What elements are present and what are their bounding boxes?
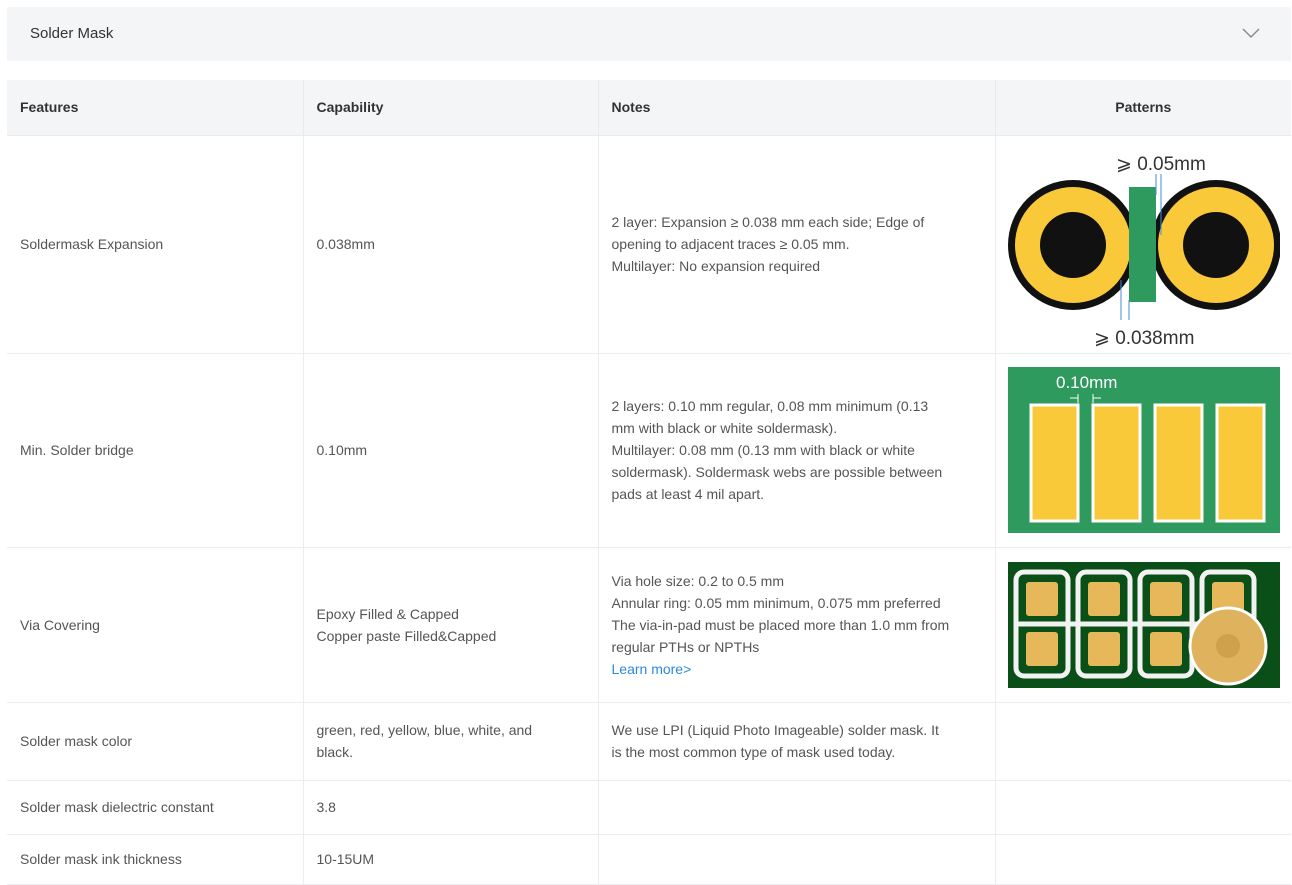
capability-cell: Epoxy Filled & Capped Copper paste Fille… [303, 547, 599, 703]
capability-line: 3.8 [316, 799, 336, 815]
soldermask-expansion-diagram-icon: ⩾ 0.05mm ⩾ 0.038mm [1007, 154, 1280, 348]
notes-line: Via hole size: 0.2 to 0.5 mm [611, 572, 785, 589]
capability-cell: 10-15UM [303, 834, 599, 885]
capability-line: Copper paste Filled&Capped [316, 627, 497, 644]
pattern-cell: 0.10mm [995, 353, 1291, 548]
notes-line: Multilayer: 0.08 mm (0.13 mm with black … [611, 442, 915, 458]
column-header-notes: Notes [598, 80, 996, 136]
pattern-cell [995, 780, 1291, 835]
feature-cell: Solder mask dielectric constant [7, 780, 304, 835]
pattern-cell [995, 702, 1291, 781]
table-row: Soldermask Expansion 0.038mm 2 layer: Ex… [7, 135, 1291, 354]
notes-line: pads at least 4 mil apart. [611, 486, 765, 502]
pattern-cell [995, 547, 1291, 703]
pattern-cell [995, 834, 1291, 885]
table-row: Solder mask dielectric constant 3.8 [7, 780, 1291, 835]
notes-line: soldermask). Soldermask webs are possibl… [611, 464, 943, 480]
solder-bridge-diagram-icon: 0.10mm [1007, 367, 1280, 533]
table-row: Solder mask ink thickness 10-15UM [7, 834, 1291, 885]
feature-cell: Solder mask color [7, 702, 304, 781]
pattern-cell: ⩾ 0.05mm ⩾ 0.038mm [995, 135, 1291, 354]
notes-line: The via-in-pad must be placed more than … [611, 616, 950, 633]
feature-cell: Min. Solder bridge [7, 353, 304, 548]
notes-line: is the most common type of mask used tod… [611, 744, 896, 760]
capability-line: 0.10mm [316, 442, 368, 458]
via-in-pad-photo-icon [1007, 561, 1280, 688]
notes-line: 2 layers: 0.10 mm regular, 0.08 mm minim… [611, 398, 929, 414]
notes-line: We use LPI (Liquid Photo Imageable) sold… [611, 722, 939, 738]
column-header-capability: Capability [303, 80, 599, 136]
table-row: Min. Solder bridge 0.10mm 2 layers: 0.10… [7, 353, 1291, 548]
bridge-label: 0.10mm [1056, 373, 1117, 392]
table-row: Via Covering Epoxy Filled & Capped Coppe… [7, 547, 1291, 703]
capability-cell: 3.8 [303, 780, 599, 835]
expansion-label-top: ⩾ 0.05mm [1116, 154, 1206, 175]
expansion-label-bottom: ⩾ 0.038mm [1094, 328, 1194, 348]
chevron-down-icon[interactable] [1242, 27, 1260, 39]
feature-cell: Via Covering [7, 547, 304, 703]
column-header-patterns: Patterns [995, 80, 1291, 136]
table-row: Solder mask color green, red, yellow, bl… [7, 702, 1291, 781]
feature-cell: Soldermask Expansion [7, 135, 304, 354]
notes-line: mm with black or white soldermask). [611, 420, 838, 436]
column-header-features: Features [7, 80, 304, 136]
capability-line: Epoxy Filled & Capped [316, 605, 459, 622]
feature-cell: Solder mask ink thickness [7, 834, 304, 885]
notes-cell [598, 834, 996, 885]
capability-cell: green, red, yellow, blue, white, and bla… [303, 702, 599, 781]
notes-line: opening to adjacent traces ≥ 0.05 mm. [611, 236, 850, 252]
learn-more-link[interactable]: Learn more> [612, 658, 983, 680]
capability-line: 0.038mm [316, 236, 375, 252]
notes-line: regular PTHs or NPTHs [611, 638, 760, 655]
solder-mask-accordion-header[interactable]: Solder Mask [7, 7, 1291, 61]
notes-cell: We use LPI (Liquid Photo Imageable) sold… [598, 702, 996, 781]
capability-line: 10-15UM [316, 851, 375, 867]
notes-cell: Via hole size: 0.2 to 0.5 mm Annular rin… [598, 547, 996, 703]
capability-line: green, red, yellow, blue, white, and [316, 722, 533, 738]
notes-line: Multilayer: No expansion required [611, 258, 821, 274]
section-title: Solder Mask [30, 25, 114, 42]
table-header-row: Features Capability Notes Patterns [7, 80, 1291, 136]
notes-line: 2 layer: Expansion ≥ 0.038 mm each side;… [611, 214, 925, 230]
notes-cell [598, 780, 996, 835]
capability-cell: 0.038mm [303, 135, 599, 354]
notes-cell: 2 layer: Expansion ≥ 0.038 mm each side;… [598, 135, 996, 354]
solder-mask-spec-table: Features Capability Notes Patterns Solde… [7, 80, 1291, 885]
capability-line: black. [316, 744, 354, 760]
notes-line: Annular ring: 0.05 mm minimum, 0.075 mm … [611, 594, 941, 611]
capability-cell: 0.10mm [303, 353, 599, 548]
notes-cell: 2 layers: 0.10 mm regular, 0.08 mm minim… [598, 353, 996, 548]
